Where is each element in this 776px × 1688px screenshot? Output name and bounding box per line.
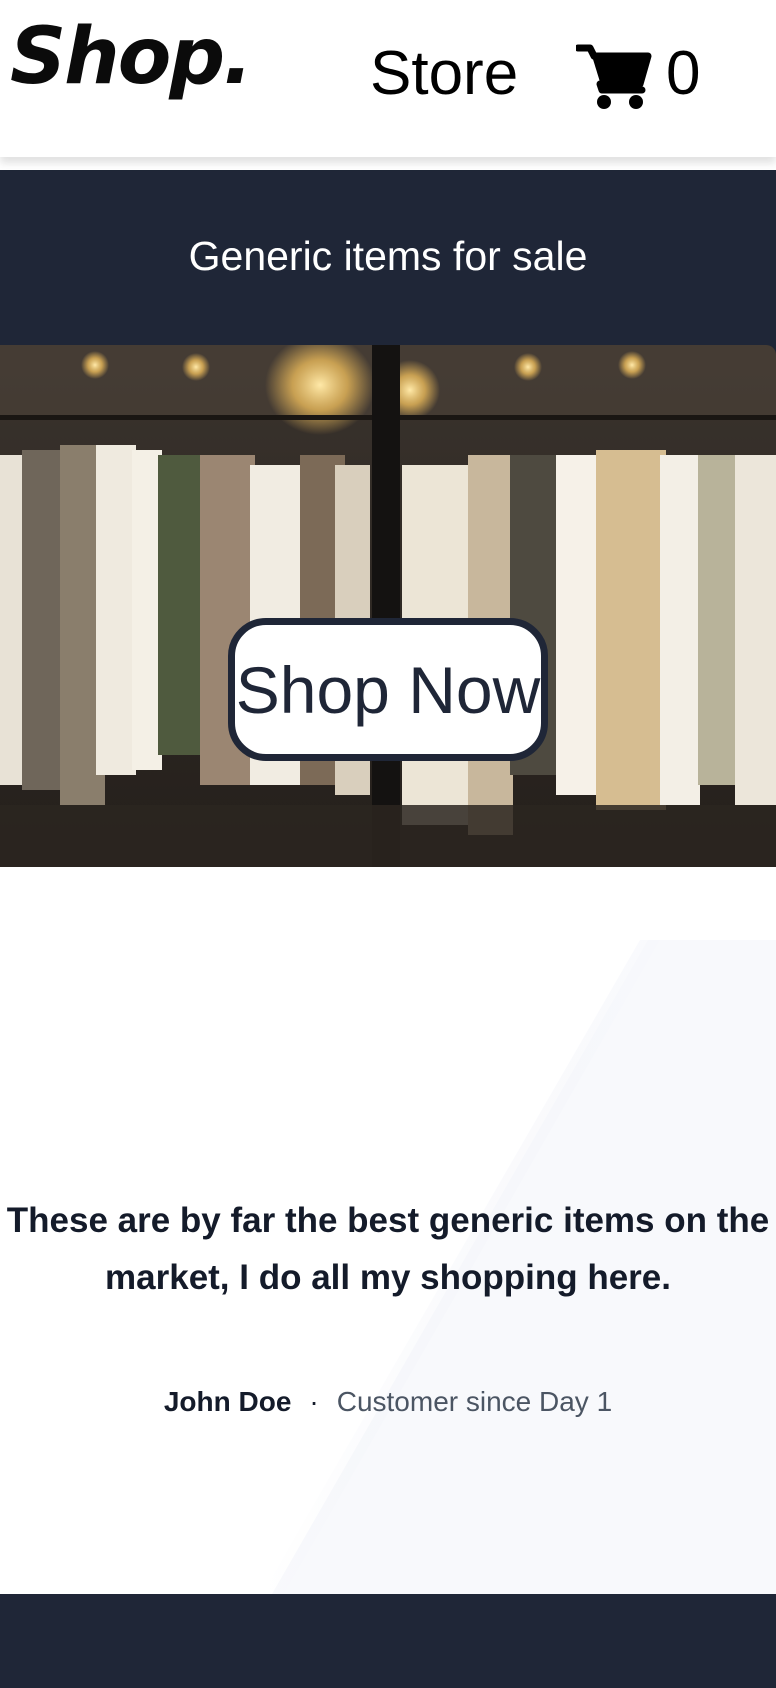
shop-now-button[interactable]: Shop Now bbox=[228, 618, 548, 761]
shopping-cart-icon bbox=[576, 44, 652, 109]
testimonial-section: These are by far the best generic items … bbox=[0, 940, 776, 1594]
author-name: John Doe bbox=[163, 1386, 292, 1417]
hero-section: Generic items for sale Shop Now bbox=[0, 170, 776, 867]
site-header: Shop. Store 0 bbox=[0, 0, 776, 157]
clothing-rack-image bbox=[0, 345, 776, 867]
testimonial-quote: These are by far the best generic items … bbox=[6, 1201, 770, 1297]
author-role: Customer since Day 1 bbox=[336, 1386, 613, 1417]
site-footer bbox=[0, 1594, 776, 1688]
author-separator: · bbox=[309, 1386, 319, 1417]
logo-link[interactable]: Shop. bbox=[10, 18, 253, 96]
hero-title: Generic items for sale bbox=[188, 233, 588, 279]
nav-store-link[interactable]: Store bbox=[370, 43, 518, 105]
cart-count: 0 bbox=[666, 39, 701, 108]
testimonial-author: John Doe · Customer since Day 1 bbox=[0, 1388, 776, 1416]
